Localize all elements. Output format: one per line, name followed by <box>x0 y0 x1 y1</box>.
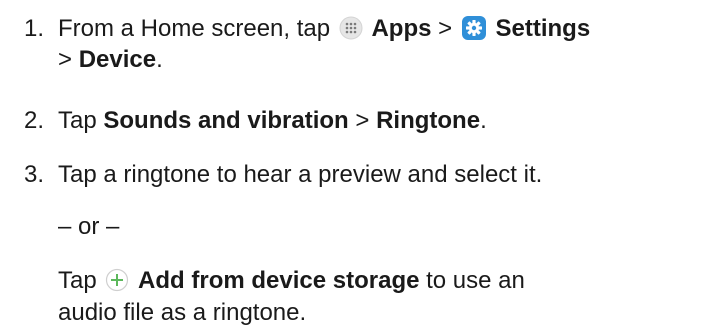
ringtone-label: Ringtone <box>376 107 481 134</box>
add-from-storage-label: Add from device storage <box>138 267 420 294</box>
separator: > <box>58 46 73 73</box>
sounds-label: Sounds and vibration <box>103 107 349 134</box>
settings-icon <box>461 15 487 41</box>
device-label: Device <box>78 46 157 73</box>
period: . <box>480 107 487 134</box>
alternative-line-1: Tap Add from device storage to use an <box>58 266 525 296</box>
or-separator: – or – <box>58 213 120 240</box>
apps-icon <box>339 16 363 40</box>
alternative-line-2: audio file as a ringtone. <box>58 299 307 326</box>
settings-label: Settings <box>495 15 591 42</box>
step-number: 1. <box>24 15 45 42</box>
alt-text: Tap <box>58 267 97 294</box>
period: . <box>156 46 163 73</box>
step-number: 3. <box>24 161 45 188</box>
step-1-line-1: From a Home screen, tap Apps > Settings <box>58 14 590 44</box>
step-2-line: Tap Sounds and vibration > Ringtone. <box>58 106 487 136</box>
alt-text-suffix: to use an <box>426 267 525 294</box>
plus-icon <box>105 268 129 292</box>
step-1-line-2: > Device. <box>58 45 163 75</box>
step-text: Tap <box>58 107 97 134</box>
step-number: 2. <box>24 107 45 134</box>
separator: > <box>438 15 453 42</box>
step-text: Tap a ringtone to hear a preview and sel… <box>58 161 543 188</box>
apps-label: Apps <box>371 15 432 42</box>
step-3-line: Tap a ringtone to hear a preview and sel… <box>58 160 542 190</box>
separator: > <box>355 107 370 134</box>
step-text: From a Home screen, tap <box>58 15 331 42</box>
